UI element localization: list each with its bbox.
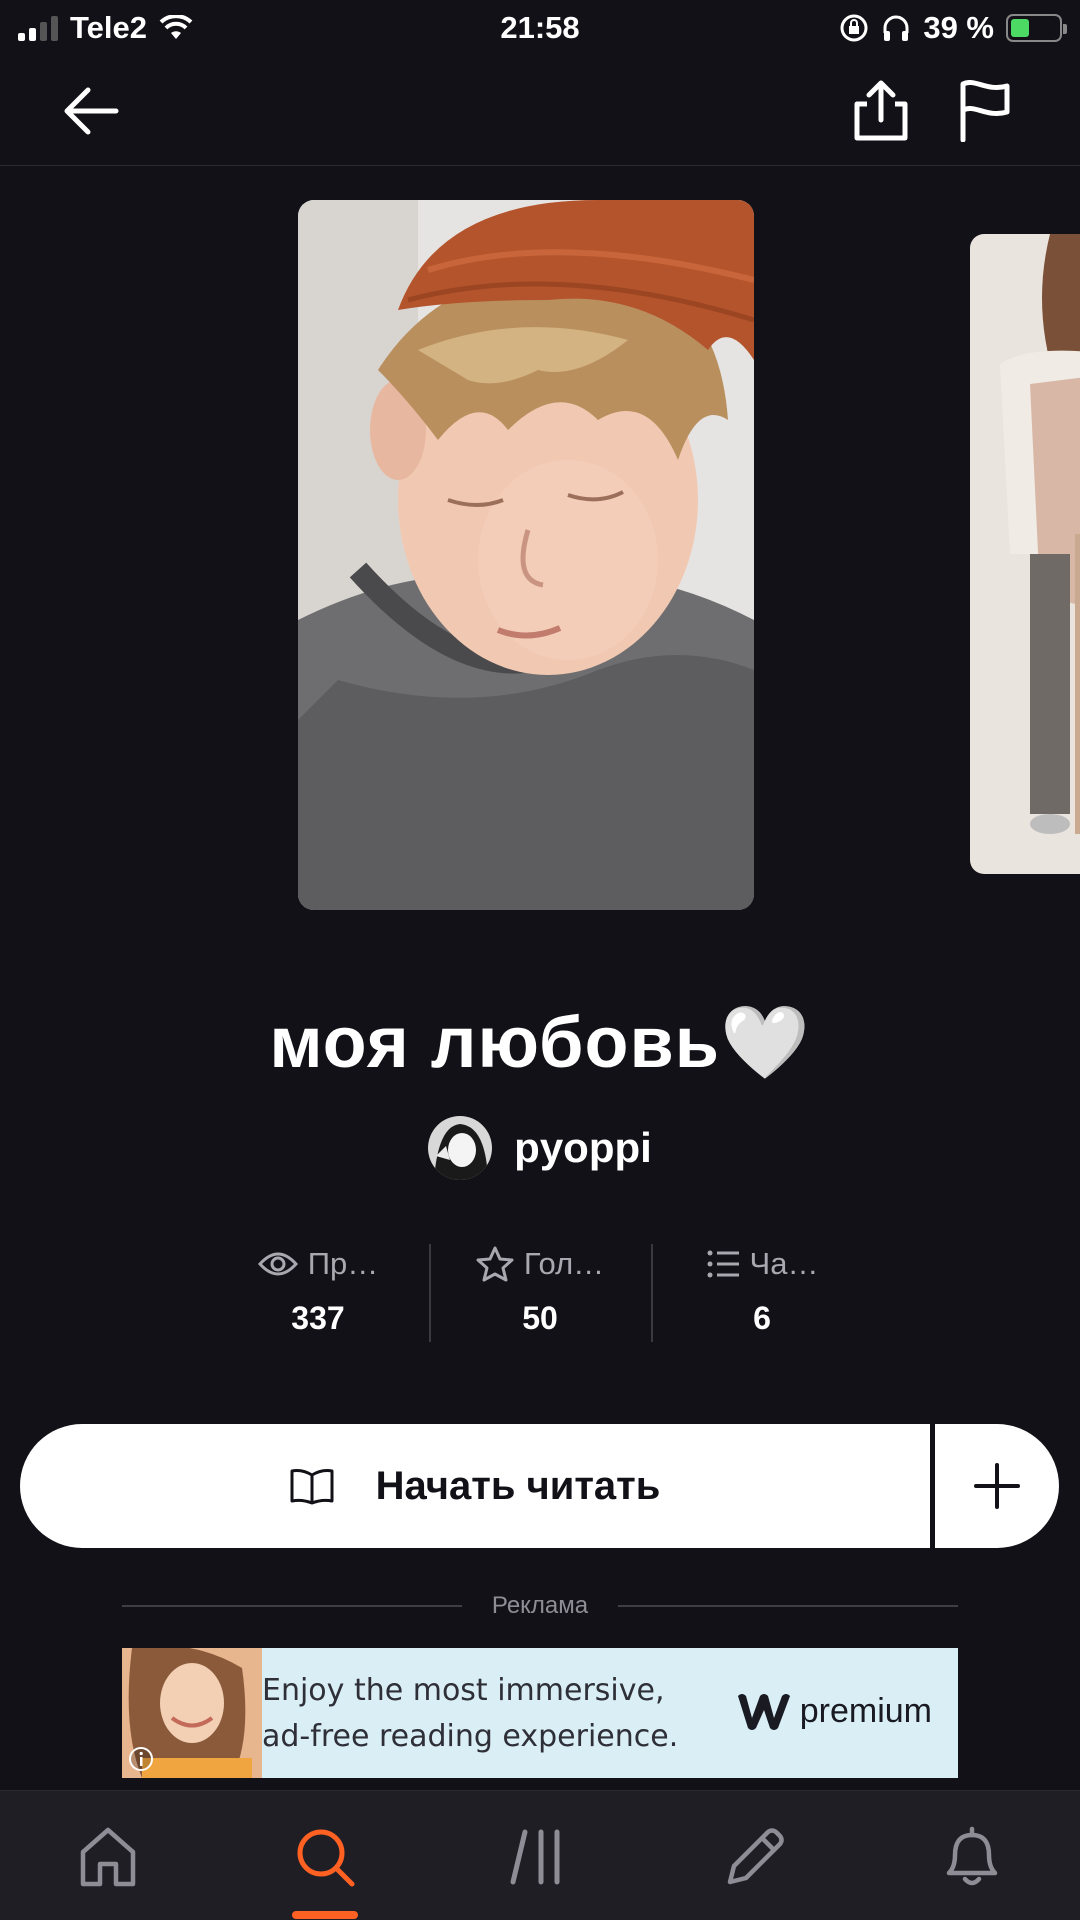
- arrow-left-icon: [64, 87, 119, 135]
- stat-votes-label: Гол…: [523, 1246, 605, 1281]
- bottom-nav: [0, 1790, 1080, 1920]
- stat-votes: Гол… 50: [429, 1240, 651, 1342]
- ad-brand: premium: [734, 1690, 932, 1732]
- battery-icon: [1006, 14, 1067, 42]
- ad-line-2: ad-free reading experience.: [262, 1719, 679, 1754]
- ad-brand-name: premium: [799, 1691, 932, 1730]
- cover-image: [298, 200, 754, 910]
- tab-search[interactable]: [285, 1819, 365, 1895]
- back-button[interactable]: [56, 76, 126, 146]
- battery-percent: 39 %: [923, 10, 994, 45]
- ad-label-row: Реклама: [122, 1592, 958, 1620]
- library-icon: [510, 1829, 560, 1885]
- tab-home[interactable]: [68, 1819, 148, 1895]
- story-stats: Пр… 337 Гол… 50 Ча… 6: [0, 1240, 1080, 1342]
- list-icon: [707, 1250, 739, 1278]
- next-story-cover[interactable]: [970, 234, 1080, 874]
- stat-votes-value: 50: [522, 1300, 558, 1336]
- author-name[interactable]: pyoppi: [514, 1124, 652, 1172]
- tab-library[interactable]: [500, 1819, 580, 1895]
- top-nav: [0, 56, 1080, 166]
- stat-parts-label: Ча…: [749, 1246, 819, 1281]
- pencil-icon: [727, 1828, 784, 1885]
- author-avatar[interactable]: [428, 1116, 493, 1180]
- plus-icon: [974, 1463, 1020, 1509]
- stat-parts-value: 6: [753, 1300, 771, 1336]
- home-icon: [80, 1827, 136, 1887]
- share-icon: [854, 80, 908, 141]
- story-cover[interactable]: [298, 200, 754, 910]
- story-title: моя любовь🤍: [269, 1003, 811, 1083]
- divider: [122, 1605, 462, 1607]
- next-cover-image: [970, 234, 1080, 874]
- status-bar: Tele2 21:58 39 %: [0, 0, 1080, 56]
- divider: [618, 1605, 958, 1607]
- ad-copy: Enjoy the most immersive, ad-free readin…: [262, 1668, 678, 1760]
- stat-reads-value: 337: [291, 1300, 345, 1336]
- stat-reads: Пр… 337: [207, 1240, 429, 1337]
- headphones-icon: [883, 15, 909, 41]
- wattpad-logo-icon: [737, 1694, 790, 1730]
- report-button[interactable]: [950, 76, 1020, 146]
- tab-write[interactable]: [715, 1819, 795, 1895]
- ad-banner[interactable]: Enjoy the most immersive, ad-free readin…: [122, 1648, 958, 1778]
- search-icon: [297, 1829, 355, 1887]
- star-icon: [476, 1246, 514, 1282]
- stat-reads-label: Пр…: [307, 1246, 379, 1281]
- add-to-library-button[interactable]: [935, 1424, 1059, 1548]
- tab-notifications[interactable]: [932, 1819, 1012, 1895]
- rotation-lock-icon: [840, 14, 868, 42]
- eye-icon: [257, 1252, 298, 1276]
- stat-parts: Ча… 6: [651, 1240, 873, 1342]
- ad-label: Реклама: [491, 1592, 589, 1619]
- start-reading-label: Начать читать: [375, 1463, 661, 1508]
- bell-icon: [946, 1826, 998, 1886]
- active-tab-indicator: [292, 1911, 358, 1919]
- info-icon[interactable]: [128, 1746, 154, 1772]
- ad-line-1: Enjoy the most immersive,: [262, 1673, 665, 1708]
- start-reading-button[interactable]: Начать читать: [20, 1424, 930, 1548]
- book-icon: [290, 1469, 334, 1505]
- share-button[interactable]: [846, 76, 916, 146]
- flag-icon: [960, 80, 1010, 142]
- status-right: 39 %: [839, 10, 1067, 46]
- author-row[interactable]: pyoppi: [0, 1116, 1080, 1180]
